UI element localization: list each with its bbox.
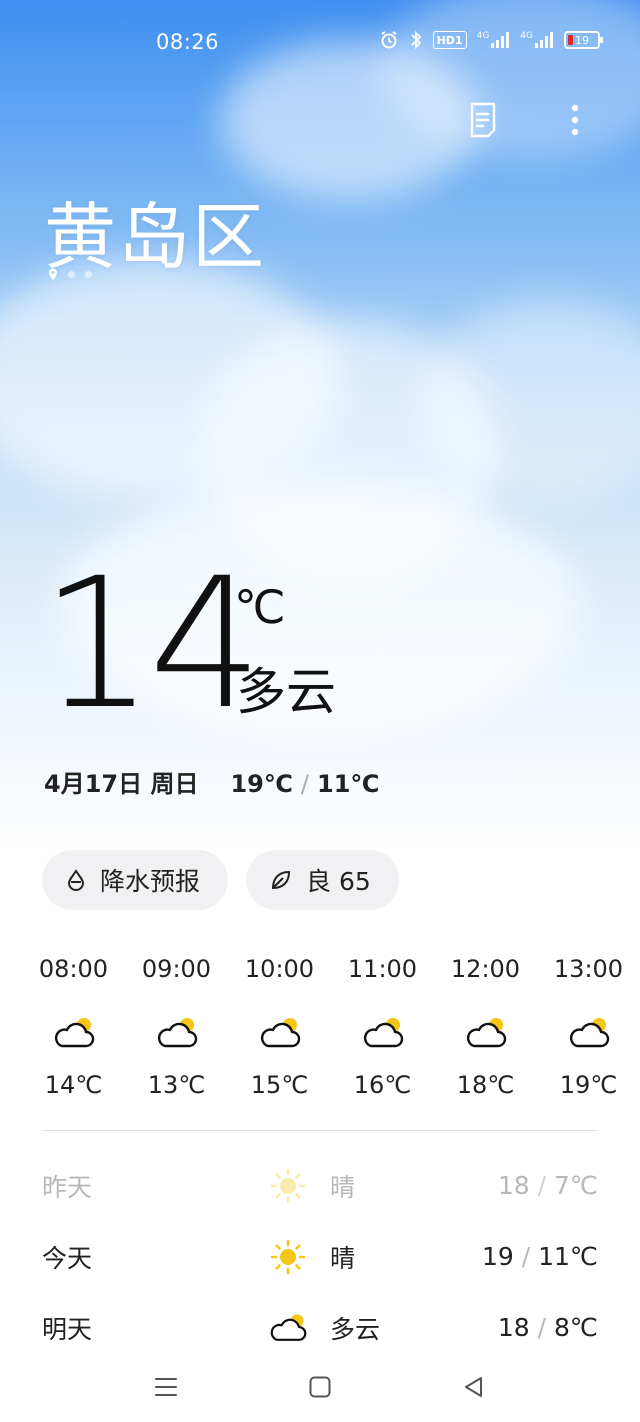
current-date: 4月17日 周日 <box>44 770 199 798</box>
hourly-item: 13:00 19℃ <box>537 955 640 1099</box>
partly-cloudy-icon <box>466 1018 506 1048</box>
range-separator: / <box>537 1313 547 1342</box>
sunny-icon <box>268 1166 308 1206</box>
sunny-icon <box>268 1237 308 1277</box>
hd-label: HD1 <box>436 33 463 47</box>
date-range-line: 4月17日 周日 19℃ / 11℃ <box>44 764 379 799</box>
hourly-item: 10:00 15℃ <box>228 955 331 1099</box>
status-bar: 08:26 HD1 4G 4G 19 <box>0 0 640 84</box>
hourly-forecast[interactable]: 08:00 14℃ 09:00 13℃ 10:00 15℃ 11:00 16℃ … <box>22 955 640 1099</box>
info-chips: 降水预报 良 65 <box>42 850 399 910</box>
hour-temperature: 13℃ <box>147 1071 206 1099</box>
page-dot <box>85 271 92 278</box>
temperature-unit: ℃ <box>234 580 286 634</box>
day-low: 8℃ <box>554 1313 598 1342</box>
day-condition: 晴 <box>330 1172 356 1202</box>
precipitation-chip[interactable]: 降水预报 <box>42 850 229 910</box>
partly-cloudy-icon <box>260 1018 300 1048</box>
section-divider <box>42 1130 598 1131</box>
hourly-item: 12:00 18℃ <box>434 955 537 1099</box>
precipitation-label: 降水预报 <box>100 867 201 896</box>
day-high: 18 <box>497 1313 530 1342</box>
air-quality-chip[interactable]: 良 65 <box>246 850 399 910</box>
system-navbar <box>0 1352 640 1422</box>
partly-cloudy-icon <box>363 1018 403 1048</box>
day-name: 今天 <box>42 1243 93 1273</box>
list-icon[interactable] <box>466 100 500 140</box>
more-vertical-icon[interactable] <box>558 100 592 140</box>
network-label: 4G <box>520 31 533 41</box>
leaf-icon <box>272 870 291 890</box>
daily-row-yesterday[interactable]: 昨天 晴 18 / 7℃ <box>42 1150 598 1221</box>
hour-temperature: 18℃ <box>456 1071 515 1099</box>
air-quality-label: 良 65 <box>306 867 371 896</box>
location-pager <box>48 268 92 281</box>
day-condition: 多云 <box>330 1314 381 1344</box>
status-icons: HD1 4G 4G 19 <box>379 30 603 50</box>
signal-4g-icon: 4G <box>520 31 554 49</box>
partly-cloudy-icon <box>569 1018 609 1048</box>
hour-time: 12:00 <box>450 955 521 983</box>
battery-level <box>568 35 573 45</box>
daily-forecast: 昨天 晴 18 / 7℃ 今天 晴 19 / 11℃ 明天 多云 18 / 8℃ <box>42 1150 598 1363</box>
low-temperature: 11℃ <box>317 770 380 798</box>
high-temperature: 19℃ <box>230 770 293 798</box>
day-condition: 晴 <box>330 1243 356 1273</box>
partly-cloudy-icon <box>157 1018 197 1048</box>
battery-icon: 19 <box>564 31 603 49</box>
day-temperature-range: 18 / 8℃ <box>498 1313 598 1342</box>
hd-icon: HD1 <box>432 31 467 49</box>
day-low: 11℃ <box>538 1242 598 1271</box>
hourly-item: 11:00 16℃ <box>331 955 434 1099</box>
bluetooth-icon <box>409 30 423 50</box>
hour-time: 11:00 <box>347 955 418 983</box>
current-condition: 多云 <box>236 663 336 721</box>
hour-temperature: 16℃ <box>353 1071 412 1099</box>
day-high: 19 <box>481 1242 514 1271</box>
partly-cloudy-icon <box>268 1308 308 1348</box>
hour-time: 09:00 <box>141 955 212 983</box>
day-low: 7℃ <box>554 1171 598 1200</box>
hour-temperature: 15℃ <box>250 1071 309 1099</box>
header-actions <box>466 100 592 140</box>
day-name: 明天 <box>42 1314 93 1344</box>
network-label: 4G <box>476 31 490 41</box>
day-temperature-range: 19 / 11℃ <box>482 1242 598 1271</box>
battery-percent: 19 <box>575 33 589 47</box>
page-dot <box>68 271 75 278</box>
hour-time: 10:00 <box>244 955 315 983</box>
signal-4g-icon: 4G <box>477 31 511 49</box>
location-pin-icon <box>49 268 57 280</box>
partly-cloudy-icon <box>54 1018 94 1048</box>
day-temperature-range: 18 / 7℃ <box>498 1171 598 1200</box>
hour-time: 13:00 <box>553 955 624 983</box>
back-icon[interactable] <box>397 1367 551 1407</box>
daily-row-today[interactable]: 今天 晴 19 / 11℃ <box>42 1221 598 1292</box>
range-separator: / <box>537 1171 547 1200</box>
hour-time: 08:00 <box>38 955 109 983</box>
hour-temperature: 14℃ <box>44 1071 103 1099</box>
alarm-icon <box>379 30 399 50</box>
home-icon[interactable] <box>243 1367 397 1407</box>
day-high: 18 <box>497 1171 530 1200</box>
hour-temperature: 19℃ <box>559 1071 618 1099</box>
hourly-item: 08:00 14℃ <box>22 955 125 1099</box>
range-separator: / <box>521 1242 531 1271</box>
droplet-icon <box>67 869 85 891</box>
day-name: 昨天 <box>42 1172 93 1202</box>
menu-icon[interactable] <box>89 1367 243 1407</box>
hourly-item: 09:00 13℃ <box>125 955 228 1099</box>
range-separator: / <box>300 770 310 798</box>
current-temperature: 14 <box>40 540 263 749</box>
status-time: 08:26 <box>156 30 220 54</box>
